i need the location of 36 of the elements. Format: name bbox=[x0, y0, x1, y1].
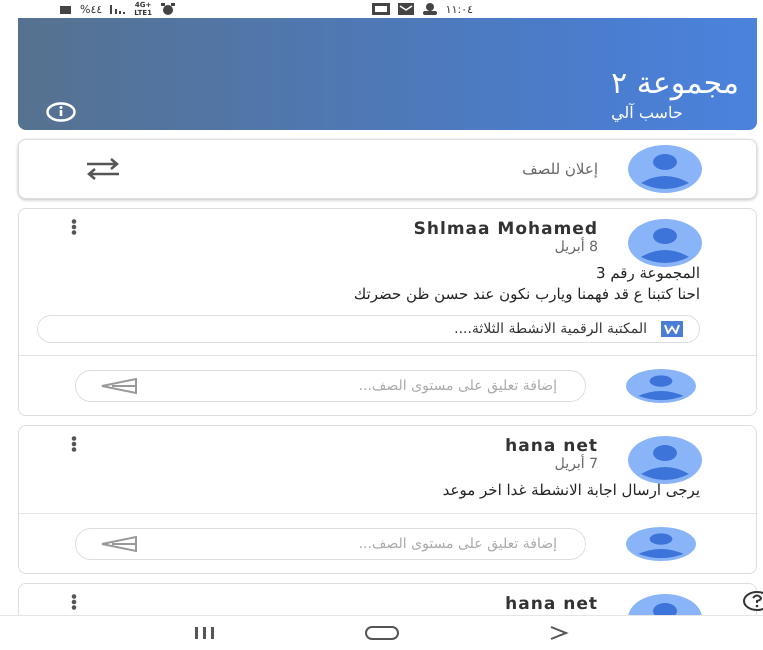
help-icon[interactable] bbox=[742, 590, 763, 612]
send-icon[interactable] bbox=[100, 378, 138, 394]
more-icon[interactable] bbox=[71, 594, 77, 610]
more-icon[interactable] bbox=[71, 436, 77, 452]
class-title: مجموعة ٢ bbox=[611, 65, 739, 103]
avatar-icon bbox=[628, 219, 702, 267]
attachment-chip[interactable]: المكتبة الرقمية الانشطة الثلاثة.... bbox=[37, 315, 700, 343]
announcement-card[interactable]: إعلان للصف bbox=[18, 139, 757, 199]
document-icon bbox=[661, 321, 683, 337]
post-text: احنا كتبنا ع قد فهمنا ويارب نكون عند حسن ظن حضرتك bbox=[352, 284, 700, 305]
person-icon bbox=[422, 3, 438, 15]
attachment-title: المكتبة الرقمية الانشطة الثلاثة.... bbox=[454, 321, 647, 337]
announcement-placeholder: إعلان للصف bbox=[521, 160, 598, 178]
image-icon bbox=[372, 3, 390, 15]
alarm-icon bbox=[160, 3, 176, 15]
info-icon[interactable] bbox=[46, 102, 76, 122]
battery-icon bbox=[60, 4, 72, 14]
recent-apps-icon[interactable] bbox=[194, 626, 216, 640]
avatar-icon bbox=[628, 436, 702, 484]
author-name: hana net bbox=[504, 594, 598, 614]
signal-icon bbox=[110, 4, 126, 14]
class-subject: حاسب آلي bbox=[611, 103, 683, 122]
home-icon[interactable] bbox=[364, 625, 400, 641]
back-icon[interactable] bbox=[548, 625, 569, 641]
post-text: المجموعة رقم 3 bbox=[595, 263, 700, 284]
more-icon[interactable] bbox=[71, 219, 77, 235]
mail-icon bbox=[398, 3, 414, 15]
battery-level: %٤٤ bbox=[80, 2, 102, 16]
avatar-icon bbox=[626, 368, 696, 402]
avatar-icon bbox=[628, 145, 702, 193]
post-date: 8 أبريل bbox=[554, 239, 598, 255]
clock: ١١:٠٤ bbox=[446, 2, 473, 16]
avatar-icon bbox=[626, 526, 696, 560]
post-text: يرجى ارسال اجابة الانشطة غدا اخر موعد bbox=[442, 480, 700, 501]
post-date: 7 أبريل bbox=[554, 456, 598, 472]
send-icon[interactable] bbox=[100, 536, 138, 552]
